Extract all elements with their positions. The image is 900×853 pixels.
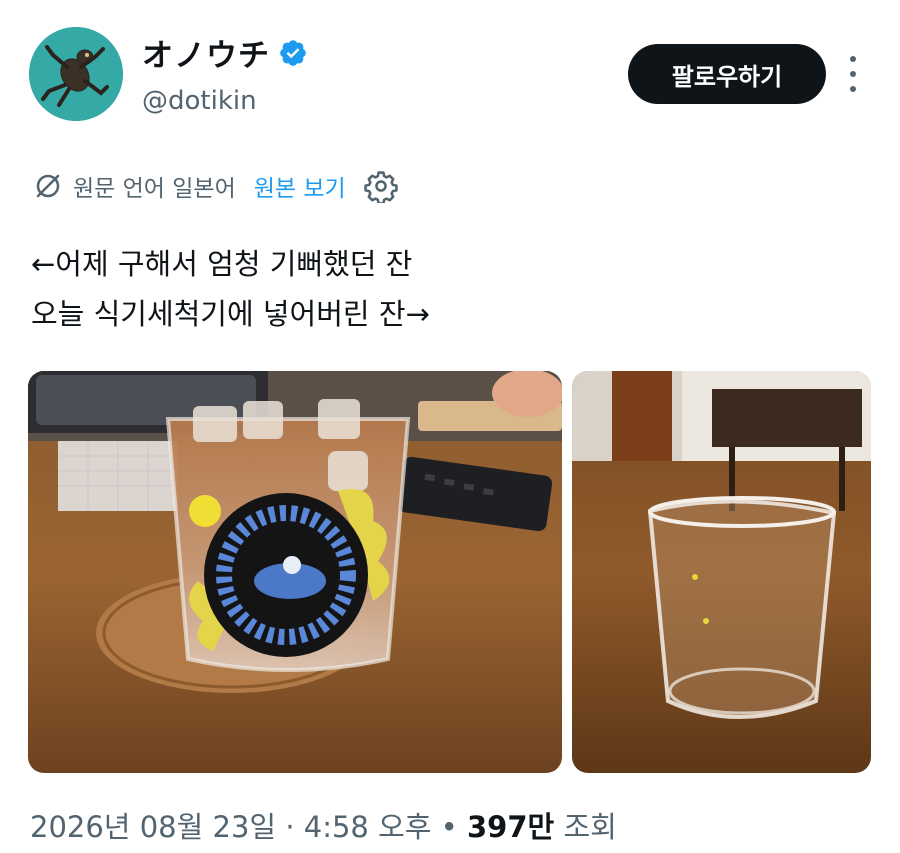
separator: ·: [285, 810, 295, 844]
post-date[interactable]: 2026년 08월 23일: [30, 810, 276, 844]
views-count: 397만: [467, 810, 555, 844]
view-original-link[interactable]: 원본 보기: [254, 169, 346, 203]
translation-row: 원문 언어 일본어 원본 보기: [33, 167, 398, 205]
photo-glass-with-iced-coffee[interactable]: [28, 371, 562, 773]
display-name-text: オノウチ: [142, 38, 270, 74]
tweet-meta: 2026년 08월 23일 · 4:58 오후 • 397만 조회: [30, 804, 617, 846]
avatar[interactable]: [29, 27, 123, 121]
display-name[interactable]: オノウチ: [142, 30, 308, 75]
tweet-line: ←어제 구해서 엄청 기뻐했던 잔: [31, 247, 413, 281]
bullet: •: [440, 810, 458, 844]
empty-glass-image: [572, 371, 871, 773]
verified-badge-icon: [280, 39, 306, 66]
tweet-text: ←어제 구해서 엄청 기뻐했던 잔 오늘 식기세척기에 넣어버린 잔→: [31, 239, 430, 339]
post-time[interactable]: 4:58 오후: [304, 810, 432, 844]
photo-empty-glass[interactable]: [572, 371, 871, 773]
follow-button[interactable]: 팔로우하기: [628, 44, 826, 104]
gear-icon[interactable]: [363, 169, 398, 203]
glass-with-coffee-image: [28, 371, 562, 773]
more-vertical-icon[interactable]: [843, 56, 863, 92]
source-language-text: 원문 언어 일본어: [73, 176, 236, 202]
frog-avatar-icon: [29, 27, 123, 121]
tweet-line: 오늘 식기세척기에 넣어버린 잔→: [31, 297, 430, 331]
views-label: 조회: [563, 810, 617, 844]
user-handle[interactable]: @dotikin: [142, 86, 257, 116]
translate-icon: [36, 174, 60, 198]
